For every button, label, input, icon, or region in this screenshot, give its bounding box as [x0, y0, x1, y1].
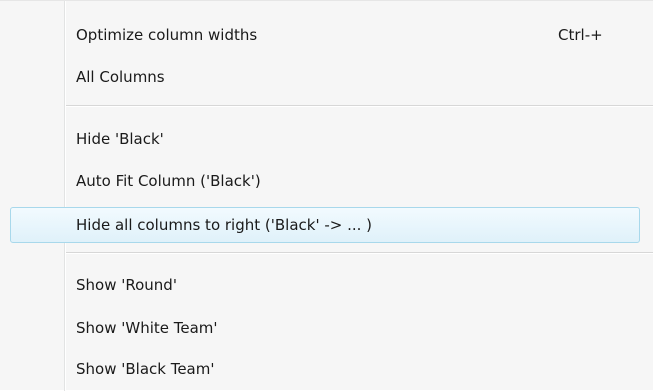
menu-item-label: Optimize column widths [76, 26, 258, 44]
menu-item-label: Hide 'Black' [76, 130, 164, 148]
menu-item-optimize-column-widths[interactable]: Optimize column widths Ctrl-+ [10, 17, 640, 53]
menu-item-shortcut: Ctrl-+ [558, 26, 603, 44]
menu-item-label: Auto Fit Column ('Black') [76, 172, 261, 190]
menu-item-label: Show 'Round' [76, 276, 177, 294]
menu-item-label: All Columns [76, 68, 165, 86]
menu-item-auto-fit-column[interactable]: Auto Fit Column ('Black') [10, 163, 640, 199]
menu-item-show-round[interactable]: Show 'Round' [10, 267, 640, 303]
menu-item-label: Show 'Black Team' [76, 360, 215, 378]
menu-separator [66, 105, 653, 107]
context-menu: Optimize column widths Ctrl-+ All Column… [0, 0, 653, 391]
menu-item-all-columns[interactable]: All Columns [10, 59, 640, 95]
menu-item-hide-all-columns-to-right[interactable]: Hide all columns to right ('Black' -> ..… [10, 207, 640, 243]
menu-item-label: Hide all columns to right ('Black' -> ..… [76, 216, 373, 234]
menu-item-show-black-team[interactable]: Show 'Black Team' [10, 351, 640, 387]
menu-separator [66, 252, 653, 254]
menu-item-hide-black[interactable]: Hide 'Black' [10, 121, 640, 157]
menu-item-show-white-team[interactable]: Show 'White Team' [10, 310, 640, 346]
menu-item-label: Show 'White Team' [76, 319, 218, 337]
